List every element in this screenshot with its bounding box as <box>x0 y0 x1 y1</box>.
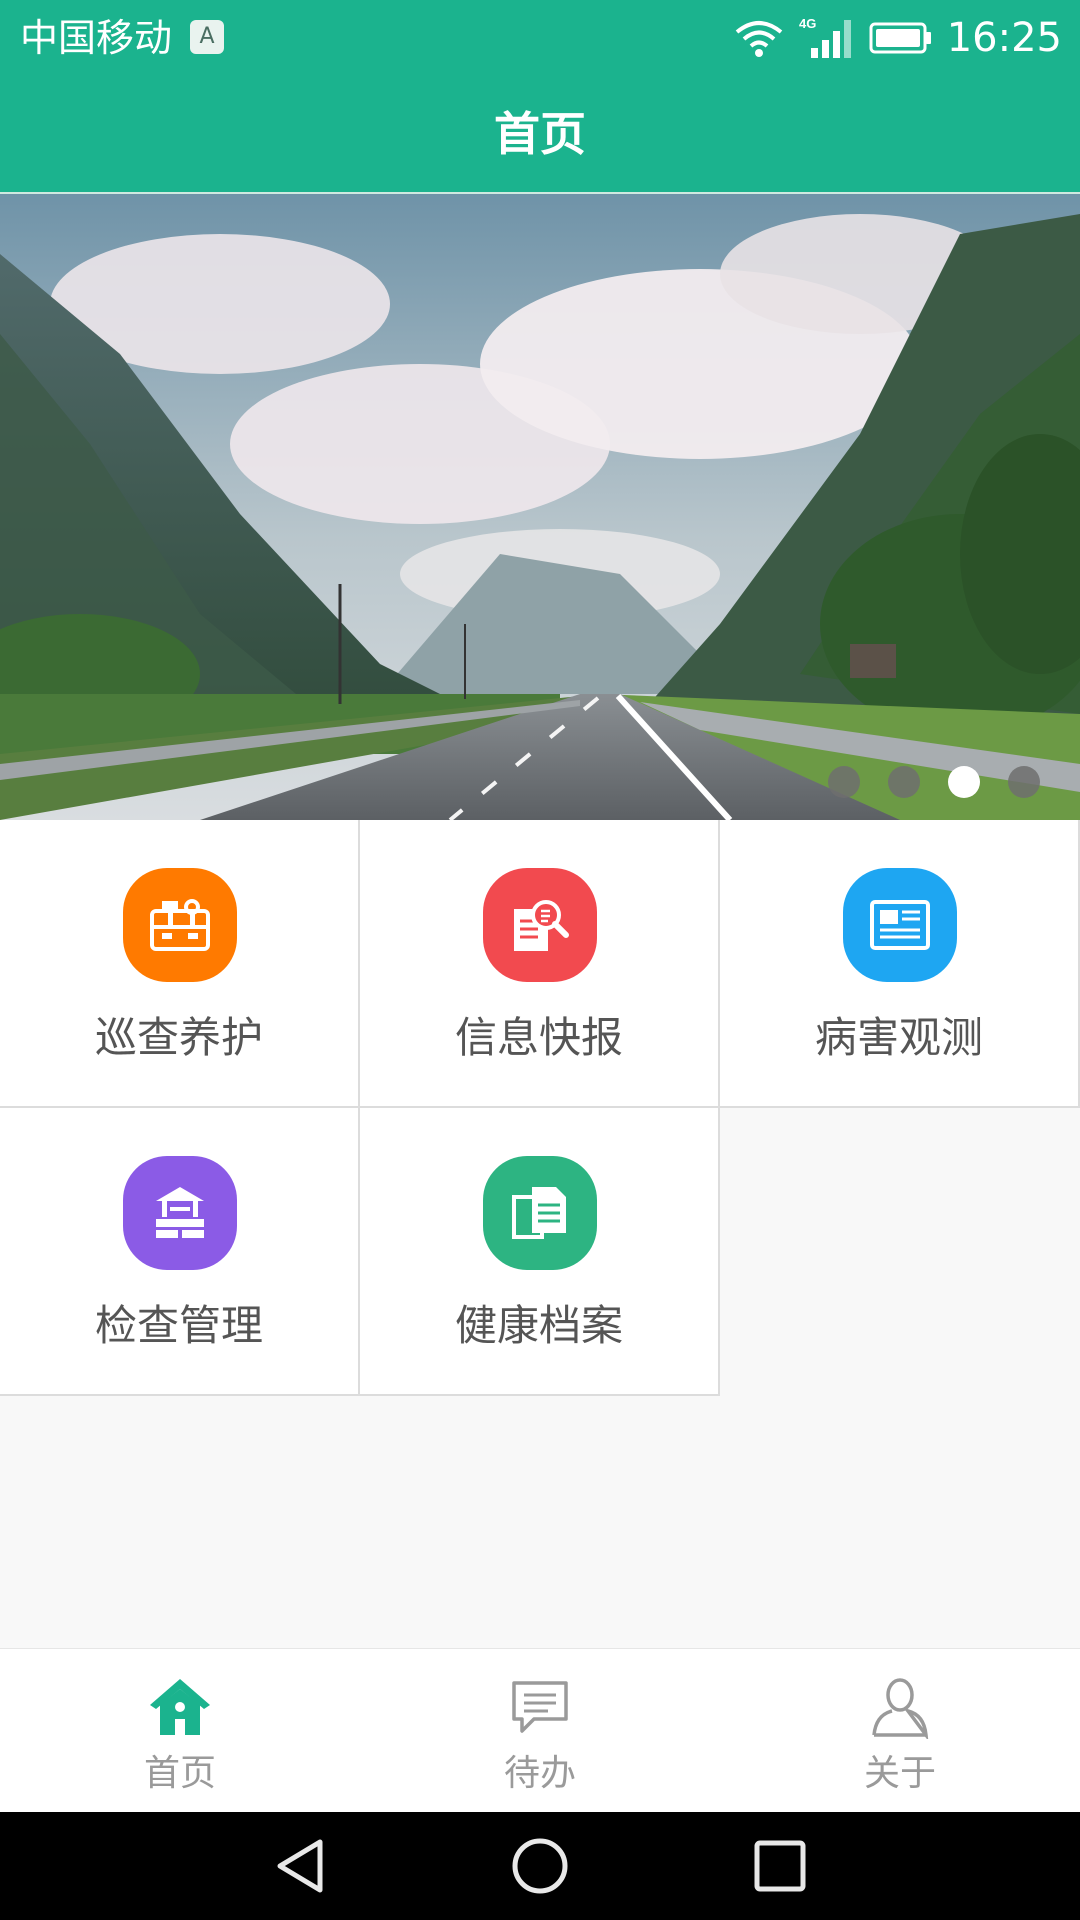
carousel-dot-active[interactable] <box>948 766 980 798</box>
home-button-icon[interactable] <box>510 1836 570 1896</box>
system-navigation-bar <box>0 1812 1080 1920</box>
input-method-badge: A <box>190 20 224 54</box>
status-indicators: 4G 16:25 <box>733 12 1062 64</box>
tab-about[interactable]: 关于 <box>720 1649 1080 1813</box>
toolbox-icon <box>123 868 237 982</box>
well-icon <box>123 1156 237 1270</box>
back-icon[interactable] <box>272 1836 332 1896</box>
carousel-dot[interactable] <box>828 766 860 798</box>
tab-label: 关于 <box>863 1753 936 1794</box>
menu-item-patrol[interactable]: 巡查养护 <box>0 820 360 1108</box>
tab-label: 待办 <box>503 1753 576 1794</box>
tab-home[interactable]: 首页 <box>0 1649 360 1813</box>
menu-item-defect-observe[interactable]: 病害观测 <box>720 820 1080 1108</box>
status-bar: 中国移动 A 4G 16:25 <box>0 0 1080 76</box>
carousel-indicators <box>828 766 1040 798</box>
menu-item-label: 健康档案 <box>454 1301 623 1350</box>
banner-image <box>0 194 1080 820</box>
carousel-dot[interactable] <box>888 766 920 798</box>
network-type: 4G <box>799 16 816 31</box>
tab-label: 首页 <box>143 1753 216 1794</box>
menu-grid: 巡查养护 信息快报 病害观测 检查管理 健康档案 <box>0 820 1080 1396</box>
signal-icon: 4G <box>799 16 851 58</box>
message-icon <box>512 1681 568 1733</box>
menu-item-news[interactable]: 信息快报 <box>360 820 720 1108</box>
user-icon <box>872 1678 929 1739</box>
menu-item-label: 检查管理 <box>94 1301 263 1350</box>
newspaper-icon <box>843 868 957 982</box>
bottom-tab-bar: 首页 待办 关于 <box>0 1648 1080 1812</box>
carousel-dot[interactable] <box>1008 766 1040 798</box>
menu-item-health-records[interactable]: 健康档案 <box>360 1108 720 1396</box>
menu-item-label: 病害观测 <box>814 1013 983 1062</box>
app-header: 首页 <box>0 76 1080 192</box>
clock: 16:25 <box>946 15 1062 61</box>
menu-item-label: 信息快报 <box>454 1013 623 1062</box>
document-search-icon <box>483 868 597 982</box>
menu-item-inspection[interactable]: 检查管理 <box>0 1108 360 1396</box>
tab-todo[interactable]: 待办 <box>360 1649 720 1813</box>
wifi-icon <box>735 21 782 57</box>
page-title: 首页 <box>494 107 586 161</box>
files-icon <box>483 1156 597 1270</box>
home-icon <box>150 1679 210 1735</box>
carrier-name: 中国移动 <box>20 16 173 60</box>
banner-carousel[interactable] <box>0 192 1080 820</box>
battery-icon <box>869 22 931 54</box>
menu-item-label: 巡查养护 <box>94 1013 263 1062</box>
recents-icon[interactable] <box>750 1836 810 1896</box>
